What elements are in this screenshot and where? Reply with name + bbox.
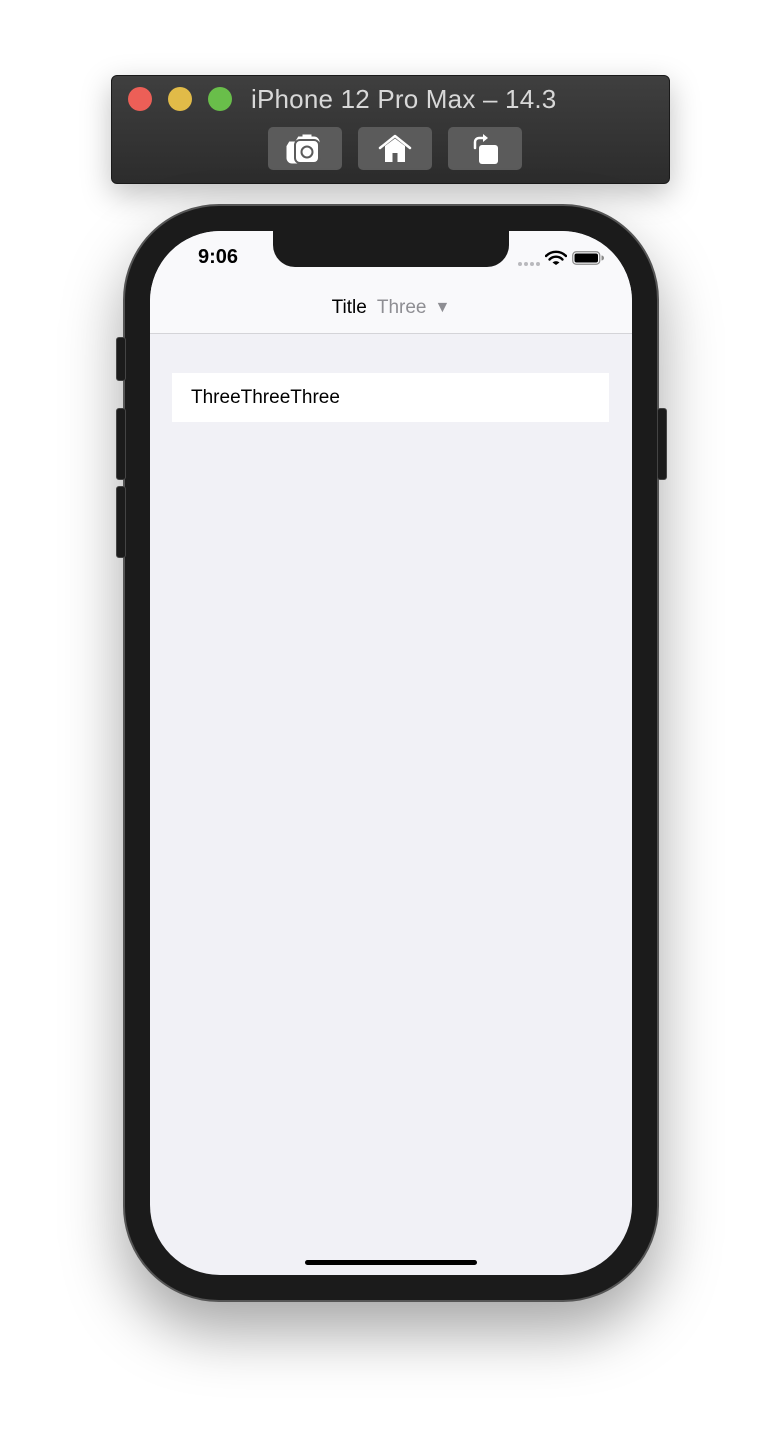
device-screen: 9:06 Title Three ▼ ThreeThreeThree [150,231,632,1275]
signal-icon [518,262,540,266]
dropdown-arrow-icon: ▼ [434,299,451,316]
simulator-window-title: iPhone 12 Pro Max – 14.3 [251,84,557,114]
status-time: 9:06 [198,246,239,268]
notch [273,231,509,267]
volume-up-button[interactable] [116,408,126,480]
simulator-toolbar: iPhone 12 Pro Max – 14.3 [111,75,670,184]
close-window-button[interactable] [128,87,152,111]
home-indicator[interactable] [305,1260,477,1265]
zoom-window-button[interactable] [208,87,232,111]
title-menu-button[interactable]: Title Three ▼ [150,297,632,319]
rotate-button[interactable] [448,127,522,170]
home-icon [378,134,412,162]
side-power-button[interactable] [657,408,667,480]
battery-icon [572,251,604,265]
volume-down-button[interactable] [116,486,126,558]
minimize-window-button[interactable] [168,87,192,111]
silent-switch [116,337,126,381]
nav-title: Title [331,297,367,318]
list-item[interactable]: ThreeThreeThree [172,373,609,422]
rotate-icon [473,133,498,164]
list-item-label: ThreeThreeThree [191,386,340,408]
camera-icon [286,133,321,164]
wifi-icon [545,250,567,265]
home-button[interactable] [358,127,432,170]
screenshot-button[interactable] [268,127,342,170]
nav-subtitle: Three [376,297,427,318]
